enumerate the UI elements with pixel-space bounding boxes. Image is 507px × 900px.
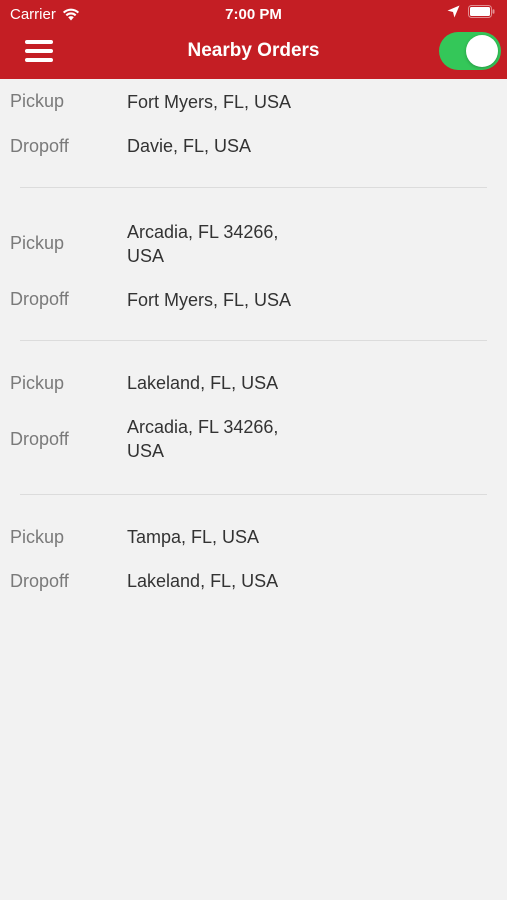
nav-bar: Nearby Orders xyxy=(0,28,507,79)
dropoff-row: Dropoff Arcadia, FL 34266, USA xyxy=(0,405,507,473)
dropoff-row: Dropoff Lakeland, FL, USA xyxy=(0,559,507,603)
dropoff-row: Dropoff Davie, FL, USA xyxy=(0,124,507,168)
order-item[interactable]: Pickup Fort Myers, FL, USA Dropoff Davie… xyxy=(0,79,507,188)
order-item[interactable]: Pickup Tampa, FL, USA Dropoff Lakeland, … xyxy=(0,495,507,603)
pickup-label: Pickup xyxy=(10,526,65,547)
dropoff-value: Davie, FL, USA xyxy=(127,136,252,156)
dropoff-label: Dropoff xyxy=(10,428,69,449)
status-time: 7:00 PM xyxy=(225,6,282,23)
app-header: Carrier 7:00 PM Nearby Orders xyxy=(0,0,507,79)
dropoff-value: Arcadia, FL 34266, USA xyxy=(127,417,279,461)
toggle-knob xyxy=(466,35,498,67)
pickup-label: Pickup xyxy=(10,372,65,393)
pickup-row: Pickup Arcadia, FL 34266, USA xyxy=(0,208,507,279)
dropoff-value: Lakeland, FL, USA xyxy=(127,571,279,591)
dropoff-row: Dropoff Fort Myers, FL, USA xyxy=(0,279,507,320)
orders-list: Pickup Fort Myers, FL, USA Dropoff Davie… xyxy=(0,79,507,603)
dropoff-label: Dropoff xyxy=(10,570,69,591)
order-item[interactable]: Pickup Arcadia, FL 34266, USA Dropoff Fo… xyxy=(0,188,507,341)
location-arrow-icon xyxy=(447,5,460,18)
battery-icon xyxy=(468,5,495,18)
dropoff-value: Fort Myers, FL, USA xyxy=(127,289,292,310)
dropoff-label: Dropoff xyxy=(10,289,69,309)
pickup-value: Tampa, FL, USA xyxy=(127,527,260,547)
pickup-value: Lakeland, FL, USA xyxy=(127,373,279,393)
status-bar: Carrier 7:00 PM xyxy=(0,0,507,28)
status-right-group xyxy=(447,5,495,18)
pickup-row: Pickup Tampa, FL, USA xyxy=(0,515,507,559)
order-item[interactable]: Pickup Lakeland, FL, USA Dropoff Arcadia… xyxy=(0,341,507,495)
pickup-label: Pickup xyxy=(10,91,65,111)
pickup-row: Pickup Fort Myers, FL, USA xyxy=(0,79,507,124)
pickup-value: Arcadia, FL 34266, USA xyxy=(127,221,279,266)
dropoff-label: Dropoff xyxy=(10,135,69,156)
page-title: Nearby Orders xyxy=(187,40,320,61)
availability-toggle[interactable] xyxy=(439,32,501,70)
pickup-value: Fort Myers, FL, USA xyxy=(127,91,292,112)
pickup-label: Pickup xyxy=(10,233,65,253)
pickup-row: Pickup Lakeland, FL, USA xyxy=(0,361,507,405)
